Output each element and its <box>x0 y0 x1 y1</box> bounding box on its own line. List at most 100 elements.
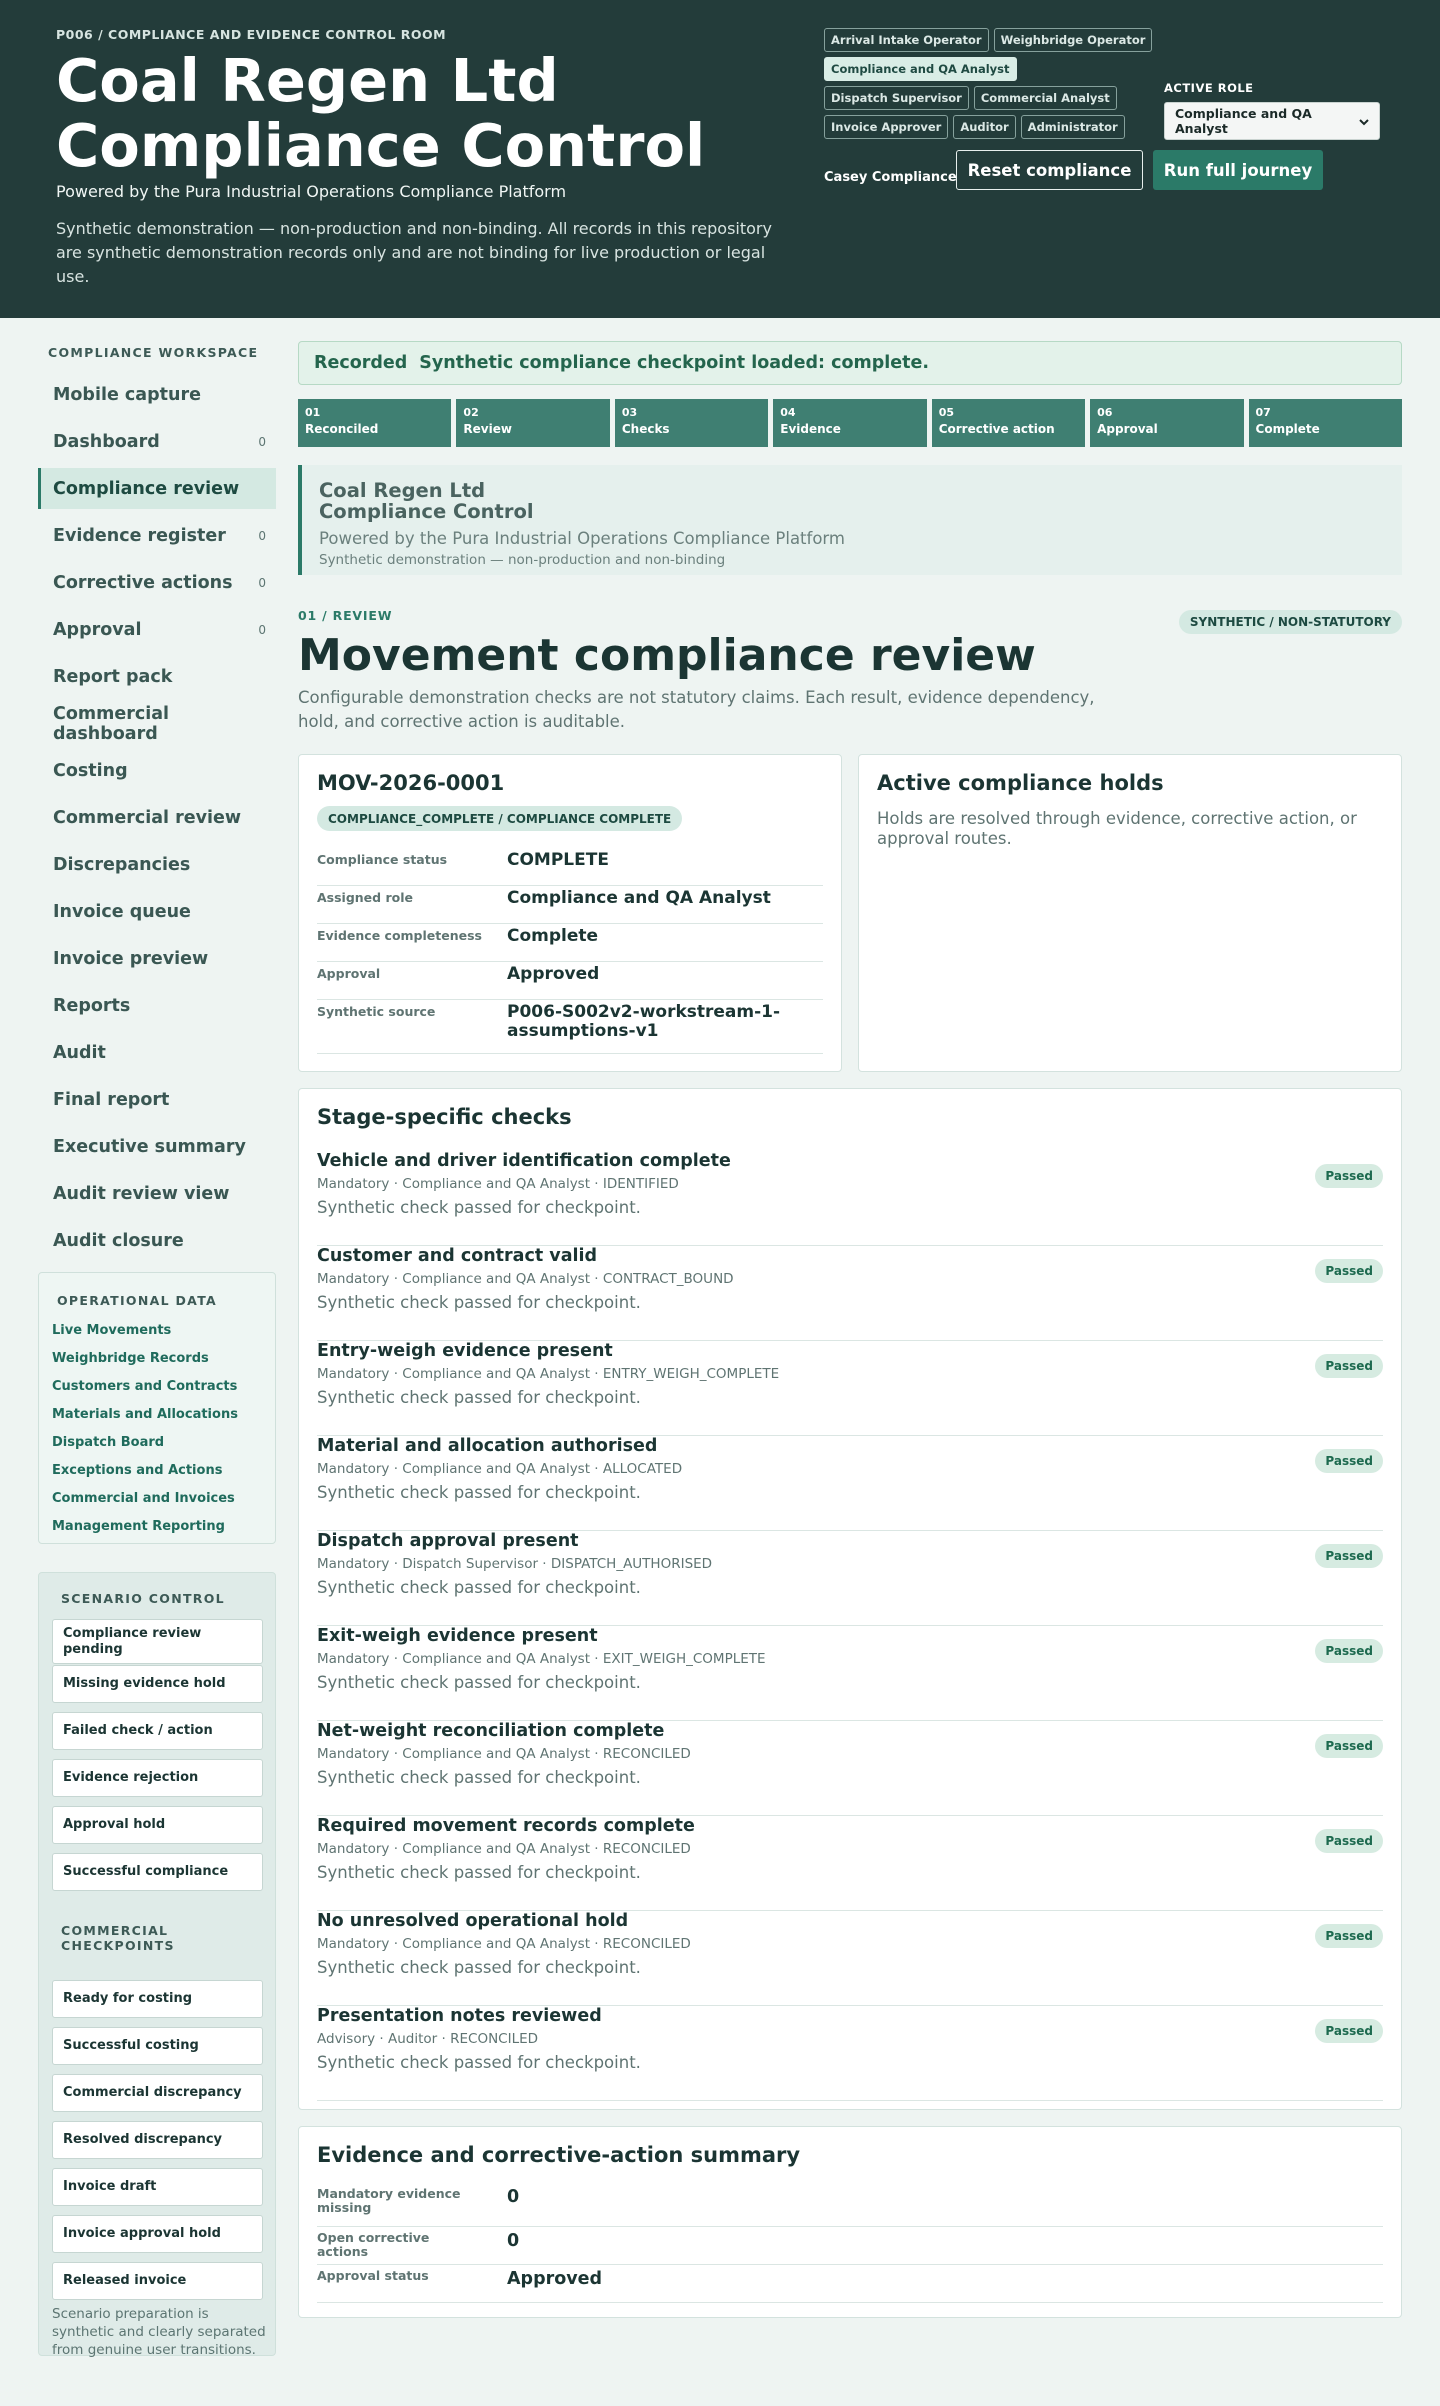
scenario-button[interactable]: Failed check / action <box>52 1712 263 1750</box>
operational-link[interactable]: Live Movements <box>52 1317 238 1345</box>
sidebar-item[interactable]: Invoice queue <box>38 891 276 932</box>
role-chip[interactable]: Arrival Intake Operator <box>824 28 989 52</box>
sidebar-item-count: 0 <box>258 575 266 590</box>
sidebar-item[interactable]: Discrepancies <box>38 844 276 885</box>
role-chip[interactable]: Auditor <box>953 115 1016 139</box>
sidebar-item-label: Approval <box>53 619 142 640</box>
app-header: P006 / COMPLIANCE AND EVIDENCE CONTROL R… <box>0 0 1440 318</box>
active-role-select[interactable]: Compliance and QA Analyst <box>1164 102 1380 140</box>
operational-link[interactable]: Weighbridge Records <box>52 1345 238 1373</box>
check-name: Required movement records complete <box>317 1816 695 1836</box>
movement-id: MOV-2026-0001 <box>317 771 505 795</box>
powered-by: Powered by the Pura Industrial Operation… <box>56 182 567 201</box>
check-row: Vehicle and driver identification comple… <box>317 1151 1383 1246</box>
detail-value: Complete <box>507 926 599 946</box>
operational-link[interactable]: Materials and Allocations <box>52 1401 238 1429</box>
summary-key: Open corrective actions <box>317 2230 430 2259</box>
commercial-button[interactable]: Successful costing <box>52 2027 263 2065</box>
sidebar-item[interactable]: Commercial dashboard <box>38 703 276 744</box>
operational-link[interactable]: Commercial and Invoices <box>52 1485 238 1513</box>
role-chip[interactable]: Commercial Analyst <box>973 86 1117 110</box>
check-meta: Mandatory · Compliance and QA Analyst · … <box>317 1841 691 1857</box>
section-title: Movement compliance review <box>298 630 1036 681</box>
detail-key: Approval <box>317 966 381 981</box>
scenario-note: Scenario preparation is synthetic and cl… <box>52 2306 266 2358</box>
sidebar-item[interactable]: Evidence register 0 <box>38 515 276 556</box>
operational-data-panel: OPERATIONAL DATA Live Movements Weighbrid… <box>38 1272 276 1544</box>
scenario-button[interactable]: Missing evidence hold <box>52 1665 263 1703</box>
sidebar-item[interactable]: Executive summary <box>38 1126 276 1167</box>
brand-line-1: Coal Regen Ltd <box>319 479 486 502</box>
check-row: Material and allocation authorised Mandat… <box>317 1436 1383 1531</box>
sidebar-item[interactable]: Mobile capture <box>38 374 276 415</box>
run-full-journey-button[interactable]: Run full journey <box>1153 150 1323 190</box>
sidebar-item[interactable]: Costing <box>38 750 276 791</box>
operational-link[interactable]: Exceptions and Actions <box>52 1457 238 1485</box>
compliance-status-badge: COMPLIANCE_COMPLETE / COMPLIANCE COMPLET… <box>317 806 683 831</box>
operational-link[interactable]: Customers and Contracts <box>52 1373 238 1401</box>
check-name: Net-weight reconciliation complete <box>317 1721 665 1741</box>
role-chip[interactable]: Weighbridge Operator <box>993 28 1153 52</box>
sidebar-item[interactable]: Report pack <box>38 656 276 697</box>
role-chip[interactable]: Administrator <box>1020 115 1125 139</box>
sidebar-item-label: Invoice preview <box>53 948 209 969</box>
role-chip[interactable]: Dispatch Supervisor <box>824 86 969 110</box>
journey-step: 06 Approval <box>1090 399 1244 447</box>
sidebar-item-label: Mobile capture <box>53 384 201 405</box>
scenario-button[interactable]: Evidence rejection <box>52 1759 263 1797</box>
sidebar-item[interactable]: Final report <box>38 1079 276 1120</box>
sidebar-item-label: Costing <box>53 760 128 781</box>
check-row: Customer and contract valid Mandatory · C… <box>317 1246 1383 1341</box>
active-role-value: Compliance and QA Analyst <box>1175 106 1312 136</box>
sidebar-item[interactable]: Compliance review <box>38 468 276 509</box>
sidebar-item[interactable]: Audit <box>38 1032 276 1073</box>
commercial-button[interactable]: Invoice draft <box>52 2168 263 2206</box>
holds-card: Active compliance holds Holds are resolv… <box>858 754 1402 1072</box>
operational-link[interactable]: Dispatch Board <box>52 1429 238 1457</box>
step-label: Review <box>463 422 512 436</box>
sidebar-item[interactable]: Audit closure <box>38 1220 276 1261</box>
step-number: 01 <box>305 406 321 419</box>
check-status-badge: Passed <box>1315 1544 1383 1568</box>
scenario-button[interactable]: Approval hold <box>52 1806 263 1844</box>
journey-step: 02 Review <box>456 399 610 447</box>
journey-step: 05 Corrective action <box>931 399 1086 447</box>
sidebar-item[interactable]: Audit review view <box>38 1173 276 1214</box>
role-chip[interactable]: Invoice Approver <box>824 115 949 139</box>
summary-title: Evidence and corrective-action summary <box>317 2143 801 2167</box>
sidebar-item-count: 0 <box>258 528 266 543</box>
status-banner: Recorded Synthetic compliance checkpoint… <box>298 341 1402 385</box>
sidebar-item[interactable]: Dashboard 0 <box>38 421 276 462</box>
sidebar-item-label: Audit <box>53 1042 106 1063</box>
role-chip[interactable]: Compliance and QA Analyst <box>824 57 1017 81</box>
scenario-button[interactable]: Successful compliance <box>52 1853 263 1891</box>
step-number: 06 <box>1097 406 1113 419</box>
sidebar-item[interactable]: Invoice preview <box>38 938 276 979</box>
sidebar-nav: Mobile capture Dashboard 0 Compliance revie… <box>38 374 276 1267</box>
sidebar-item-label: Evidence register <box>53 525 226 546</box>
commercial-button[interactable]: Resolved discrepancy <box>52 2121 263 2159</box>
sidebar-item[interactable]: Corrective actions 0 <box>38 562 276 603</box>
scenario-button[interactable]: Compliance review pending <box>52 1619 263 1664</box>
commercial-button[interactable]: Ready for costing <box>52 1980 263 2018</box>
journey-steps: 01 Reconciled 02 Review 03 Checks 04 Evidence 05… <box>298 399 1402 447</box>
sidebar-item[interactable]: Reports <box>38 985 276 1026</box>
check-description: Synthetic check passed for checkpoint. <box>317 1198 641 1217</box>
summary-row: Open corrective actions 0 <box>317 2227 1383 2265</box>
commercial-button[interactable]: Invoice approval hold <box>52 2215 263 2253</box>
detail-row: Compliance status COMPLETE <box>317 848 823 886</box>
operational-link[interactable]: Management Reporting <box>52 1513 238 1541</box>
movement-card: MOV-2026-0001 COMPLIANCE_COMPLETE / COMP… <box>298 754 842 1072</box>
sidebar-item-label: Commercial dashboard <box>53 703 170 744</box>
check-name: No unresolved operational hold <box>317 1911 629 1931</box>
synthetic-badge: SYNTHETIC / NON-STATUTORY <box>1178 610 1402 634</box>
sidebar-item-label: Executive summary <box>53 1136 246 1157</box>
reset-compliance-button[interactable]: Reset compliance <box>956 150 1143 190</box>
brand-synthetic: Synthetic demonstration — non-production… <box>319 552 726 568</box>
sidebar-item[interactable]: Approval 0 <box>38 609 276 650</box>
sidebar-item-label: Report pack <box>53 666 173 687</box>
sidebar-item[interactable]: Commercial review <box>38 797 276 838</box>
detail-row: Approval Approved <box>317 962 823 1000</box>
commercial-button[interactable]: Released invoice <box>52 2262 263 2300</box>
commercial-button[interactable]: Commercial discrepancy <box>52 2074 263 2112</box>
